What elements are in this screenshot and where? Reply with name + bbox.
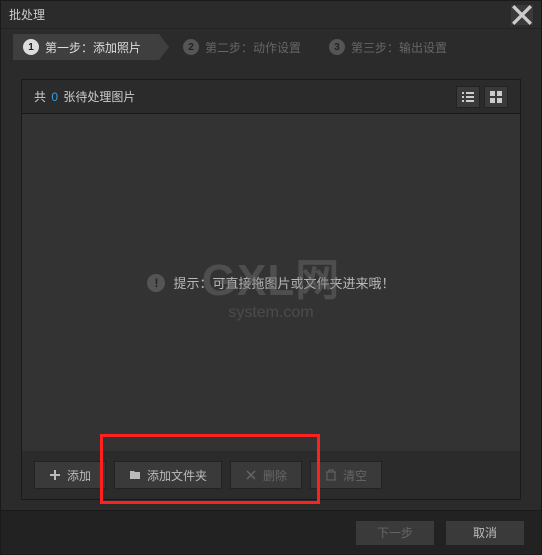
delete-icon	[245, 469, 257, 481]
step-1[interactable]: 1 第一步：添加照片	[13, 34, 159, 60]
add-folder-button[interactable]: 添加文件夹	[114, 461, 222, 489]
step-num-icon: 3	[329, 39, 345, 55]
titlebar: 批处理	[1, 1, 541, 29]
step-3: 3 第三步：输出设置	[319, 34, 465, 60]
delete-button[interactable]: 删除	[230, 461, 302, 489]
footer: 下一步 取消	[1, 510, 541, 554]
window-title: 批处理	[9, 6, 511, 23]
list-header: 共 0 张待处理图片	[22, 80, 520, 114]
next-button[interactable]: 下一步	[355, 520, 435, 546]
clear-button[interactable]: 清空	[310, 461, 382, 489]
step-breadcrumb: 1 第一步：添加照片 2 第二步：动作设置 3 第三步：输出设置	[1, 29, 541, 65]
plus-icon	[49, 469, 61, 481]
list-view-button[interactable]	[456, 86, 480, 108]
trash-icon	[325, 469, 337, 481]
step-num-icon: 2	[183, 39, 199, 55]
drop-hint: ! 提示：可直接拖图片或文件夹进来哦！	[147, 273, 394, 292]
toolbar: 添加 添加文件夹 删除 清空	[22, 451, 520, 499]
step-num-icon: 1	[23, 39, 39, 55]
cancel-button[interactable]: 取消	[445, 520, 525, 546]
content-box: 共 0 张待处理图片 GXL网 system.com	[21, 79, 521, 500]
pending-count: 共 0 张待处理图片	[34, 88, 135, 105]
content-area: 共 0 张待处理图片 GXL网 system.com	[1, 65, 541, 510]
view-toggle-group	[456, 86, 508, 108]
grid-view-button[interactable]	[484, 86, 508, 108]
step-label: 第三步：输出设置	[351, 39, 447, 56]
dropzone[interactable]: GXL网 system.com ! 提示：可直接拖图片或文件夹进来哦！	[22, 114, 520, 451]
step-2: 2 第二步：动作设置	[173, 34, 319, 60]
close-icon	[511, 4, 533, 26]
step-label: 第二步：动作设置	[205, 39, 301, 56]
close-button[interactable]	[511, 5, 533, 25]
folder-icon	[129, 469, 141, 481]
info-icon: !	[147, 274, 165, 292]
step-label: 第一步：添加照片	[45, 39, 141, 56]
grid-icon	[489, 90, 503, 104]
batch-window: 批处理 1 第一步：添加照片 2 第二步：动作设置 3 第三步：输出设置 共 0…	[0, 0, 542, 555]
list-icon	[461, 90, 475, 104]
add-button[interactable]: 添加	[34, 461, 106, 489]
